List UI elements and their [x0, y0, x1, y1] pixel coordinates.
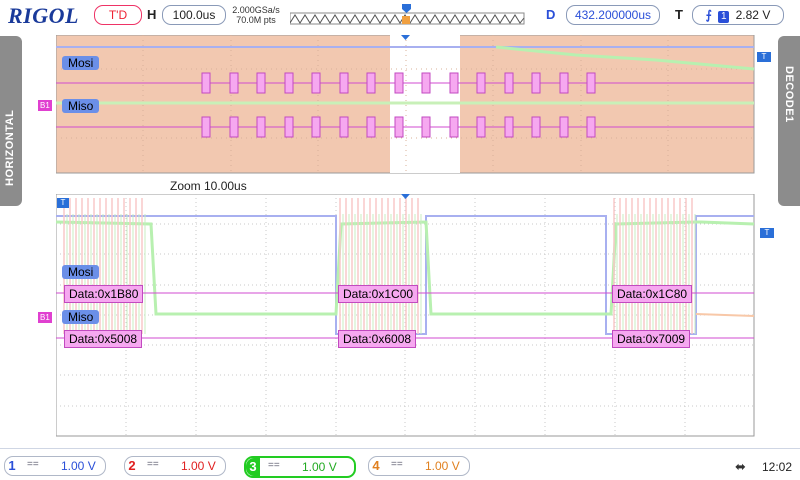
decode-block	[476, 72, 486, 94]
decode-block	[559, 72, 569, 94]
decode-block	[586, 116, 596, 138]
miso-decode-word: Data:0x7009	[612, 330, 691, 348]
decode-block	[559, 116, 569, 138]
trigger-level-marker-zoom: T	[760, 228, 774, 238]
miso-label-zoom: Miso	[62, 310, 100, 324]
trigger-position-icon	[402, 4, 411, 13]
channel-3-number: 3	[246, 458, 260, 476]
decode-block	[531, 72, 541, 94]
dc-coupling-icon: ==	[27, 459, 39, 470]
decode-block	[504, 72, 514, 94]
delay-label: D	[546, 7, 556, 22]
trigger-level-marker-overview: T	[757, 52, 771, 62]
trigger-source-badge: 1	[718, 11, 730, 23]
decode-block	[284, 116, 294, 138]
zoom-window[interactable]	[56, 194, 756, 438]
dc-coupling-icon: ==	[268, 460, 280, 471]
status-bar: RIGOL T'D H 100.0us 2.000GSa/s 70.0M pts…	[0, 0, 800, 30]
decode-block	[394, 116, 404, 138]
rising-edge-icon: ⨍	[705, 8, 712, 22]
decode-block	[339, 116, 349, 138]
channel-2-scale: 1.00 V	[181, 459, 216, 473]
memory-overview-strip	[290, 4, 525, 25]
memory-window-marker	[402, 16, 410, 24]
overview-window[interactable]	[56, 35, 756, 175]
decode-block	[421, 116, 431, 138]
ch1-marker-zoom: T	[57, 198, 69, 208]
decode-block	[339, 72, 349, 94]
dc-coupling-icon: ==	[391, 459, 403, 470]
decode-block	[449, 72, 459, 94]
miso-decode-word: Data:0x6008	[338, 330, 417, 348]
miso-decode-word: Data:0x5008	[64, 330, 143, 348]
decode-block	[366, 72, 376, 94]
decode-block	[201, 72, 211, 94]
decode-block	[421, 72, 431, 94]
trigger-status-badge: T'D	[94, 5, 142, 25]
clock-time: 12:02	[762, 460, 793, 474]
channel-1-number: 1	[8, 458, 16, 473]
decode-block	[284, 72, 294, 94]
channel-1-button[interactable]: 1 == 1.00 V	[4, 456, 106, 476]
mosi-label-overview: Mosi	[62, 56, 100, 70]
mosi-decode-blocks-overview	[201, 72, 596, 94]
delay-value[interactable]: 432.200000us	[566, 5, 660, 25]
channel-2-number: 2	[128, 458, 136, 473]
miso-label-overview: Miso	[62, 99, 100, 113]
decode1-tab-label: DECODE1	[783, 66, 795, 123]
horizontal-tab-label: HORIZONTAL	[4, 109, 16, 186]
decode-block	[366, 116, 376, 138]
usb-icon: ⬌	[735, 459, 746, 474]
dc-coupling-icon: ==	[147, 459, 159, 470]
decode-block	[504, 116, 514, 138]
channel-4-scale: 1.00 V	[425, 459, 460, 473]
trigger-label: T	[675, 7, 683, 22]
decode-block	[201, 116, 211, 138]
decode-block	[256, 72, 266, 94]
zoom-label: Zoom 10.00us	[170, 179, 247, 193]
decode-block	[449, 116, 459, 138]
channel-1-scale: 1.00 V	[61, 459, 96, 473]
decode-block	[394, 72, 404, 94]
decode1-menu-tab[interactable]: DECODE1	[778, 36, 800, 206]
bus-marker-zoom: B1	[38, 312, 52, 323]
footer-divider	[0, 448, 800, 449]
horizontal-menu-tab[interactable]: HORIZONTAL	[0, 36, 22, 206]
trigger-level: 2.82 V	[735, 8, 771, 22]
decode-block	[531, 116, 541, 138]
timebase-value[interactable]: 100.0us	[162, 5, 226, 25]
mosi-decode-word: Data:0x1C00	[338, 285, 419, 303]
decode-block	[311, 116, 321, 138]
decode-block	[311, 72, 321, 94]
channel-4-number: 4	[372, 458, 380, 473]
memory-depth: 70.0M pts	[236, 15, 276, 25]
sample-rate: 2.000GSa/s	[232, 5, 280, 15]
brand-logo: RIGOL	[8, 3, 79, 28]
channel-3-scale: 1.00 V	[302, 460, 337, 474]
bus-marker-overview: B1	[38, 100, 52, 111]
channel-3-button[interactable]: 3 == 1.00 V	[244, 456, 356, 478]
mosi-decode-word: Data:0x1C80	[612, 285, 693, 303]
decode-block	[256, 116, 266, 138]
channel-4-button[interactable]: 4 == 1.00 V	[368, 456, 470, 476]
mosi-decode-word: Data:0x1B80	[64, 285, 144, 303]
horizontal-label: H	[147, 7, 157, 22]
decode-block	[586, 72, 596, 94]
decode-block	[229, 116, 239, 138]
miso-decode-blocks-overview	[201, 116, 596, 138]
channel-2-button[interactable]: 2 == 1.00 V	[124, 456, 226, 476]
decode-block	[476, 116, 486, 138]
acquisition-info: 2.000GSa/s 70.0M pts	[228, 5, 284, 25]
decode-block	[229, 72, 239, 94]
trigger-settings[interactable]: ⨍ 1 2.82 V	[692, 5, 784, 25]
mosi-label-zoom: Mosi	[62, 265, 100, 279]
